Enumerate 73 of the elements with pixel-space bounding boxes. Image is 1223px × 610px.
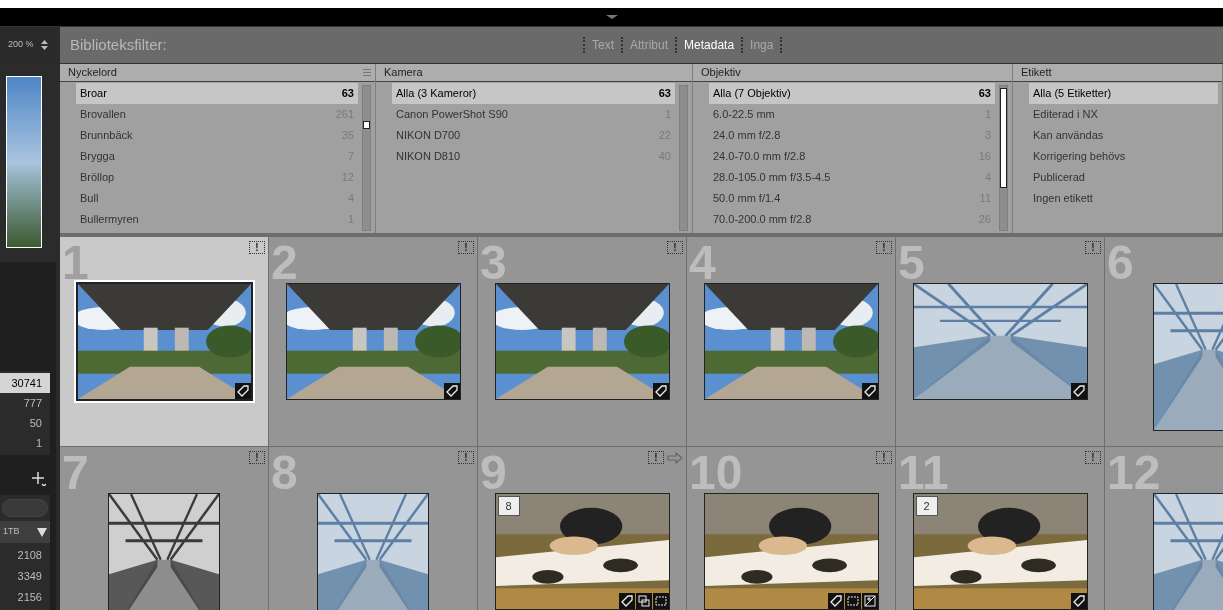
collapse-arrow-icon[interactable] xyxy=(604,14,619,20)
catalog-count[interactable]: 1 xyxy=(0,433,50,454)
scroll-thumb[interactable] xyxy=(363,121,370,129)
warning-badge[interactable]: ! xyxy=(249,241,265,254)
folder-count: 3349 xyxy=(16,569,43,584)
filter-label: Bröllop xyxy=(80,170,115,186)
filter-label: 50.0 mm f/1.4 xyxy=(713,191,781,207)
warning-badge[interactable]: ! xyxy=(667,241,683,254)
filter-count: 63 xyxy=(341,86,354,102)
filter-label: 70.0-200.0 mm f/2.8 xyxy=(713,212,812,228)
search-field[interactable] xyxy=(2,499,48,517)
filter-label: Editerad i NX xyxy=(1033,107,1098,123)
filter-row[interactable]: Alla (5 Etiketter) xyxy=(1029,83,1218,104)
zoom-level[interactable]: 200 % xyxy=(8,38,34,52)
filter-row[interactable]: Alla (7 Objektiv) 63 xyxy=(709,83,995,104)
scrollbar[interactable] xyxy=(679,85,688,231)
filter-row[interactable]: Kan användas xyxy=(1029,125,1218,146)
filter-label: Ingen etikett xyxy=(1033,191,1093,207)
folder-count: 2108 xyxy=(16,548,43,563)
filter-row[interactable]: Publicerad xyxy=(1029,167,1218,188)
warning-badge[interactable]: ! xyxy=(876,451,892,464)
dropdown-triangle-icon[interactable] xyxy=(37,527,47,537)
column-header[interactable]: Objektiv xyxy=(701,64,741,81)
filter-label: Bull xyxy=(80,191,99,207)
stepper-icon[interactable] xyxy=(41,39,48,50)
catalog-count[interactable]: 777 xyxy=(0,393,50,414)
filter-label: NIKON D700 xyxy=(396,128,461,144)
scrollbar[interactable] xyxy=(999,85,1008,231)
filter-row[interactable]: Alla (3 Kameror) 63 xyxy=(392,83,675,104)
filter-label: Brovallen xyxy=(80,107,126,123)
filter-label: 28.0-105.0 mm f/3.5-4.5 xyxy=(713,170,831,186)
stack-count: 8 xyxy=(497,496,520,516)
filter-label: Kan användas xyxy=(1033,128,1104,144)
filter-tab[interactable]: Metadata xyxy=(682,36,737,54)
column-header[interactable]: Nyckelord xyxy=(68,64,117,81)
filter-label: 6.0-22.5 mm xyxy=(713,107,775,123)
scrollbar[interactable] xyxy=(362,85,371,231)
filter-label: Alla (3 Kameror) xyxy=(396,86,477,102)
folder-count: 2156 xyxy=(16,590,43,605)
filter-row[interactable]: Korrigering behövs xyxy=(1029,146,1218,167)
warning-badge[interactable]: ! xyxy=(458,241,474,254)
volume-label: 1TB xyxy=(3,525,20,539)
catalog-count[interactable]: 50 xyxy=(0,413,50,434)
filter-label: 24.0 mm f/2.8 xyxy=(713,128,781,144)
filter-label: Alla (7 Objektiv) xyxy=(713,86,791,102)
column-header[interactable]: Kamera xyxy=(384,64,423,81)
catalog-count[interactable]: 30741 xyxy=(0,373,50,394)
filter-count: 63 xyxy=(978,86,991,102)
filter-label: Bullermyren xyxy=(80,212,139,228)
filter-label: Korrigering behövs xyxy=(1033,149,1126,165)
filter-count: 63 xyxy=(658,86,671,102)
warning-badge[interactable]: ! xyxy=(876,241,892,254)
filter-label: Alla (5 Etiketter) xyxy=(1033,86,1112,102)
filter-row[interactable]: Editerad i NX xyxy=(1029,104,1218,125)
filter-label: NIKON D810 xyxy=(396,149,461,165)
filter-label: Brunnbäck xyxy=(80,128,133,144)
filter-row[interactable]: Ingen etikett xyxy=(1029,188,1218,209)
filter-title: Biblioteksfilter: xyxy=(70,34,167,55)
filter-label: Broar xyxy=(80,86,107,102)
warning-badge[interactable]: ! xyxy=(1085,451,1101,464)
warning-badge[interactable]: ! xyxy=(1085,241,1101,254)
scroll-thumb[interactable] xyxy=(1000,88,1007,188)
warning-badge[interactable]: ! xyxy=(249,451,265,464)
filter-row[interactable]: Broar 63 xyxy=(76,83,358,104)
filter-label: Publicerad xyxy=(1033,170,1085,186)
filter-label: 24.0-70.0 mm f/2.8 xyxy=(713,149,806,165)
filter-label: Canon PowerShot S90 xyxy=(396,107,508,123)
column-header[interactable]: Etikett xyxy=(1021,64,1052,81)
warning-badge[interactable]: ! xyxy=(458,451,474,464)
warning-badge[interactable]: ! xyxy=(648,451,664,464)
stack-count: 2 xyxy=(915,496,938,516)
add-icon[interactable] xyxy=(32,472,46,487)
filter-label: Brygga xyxy=(80,149,115,165)
